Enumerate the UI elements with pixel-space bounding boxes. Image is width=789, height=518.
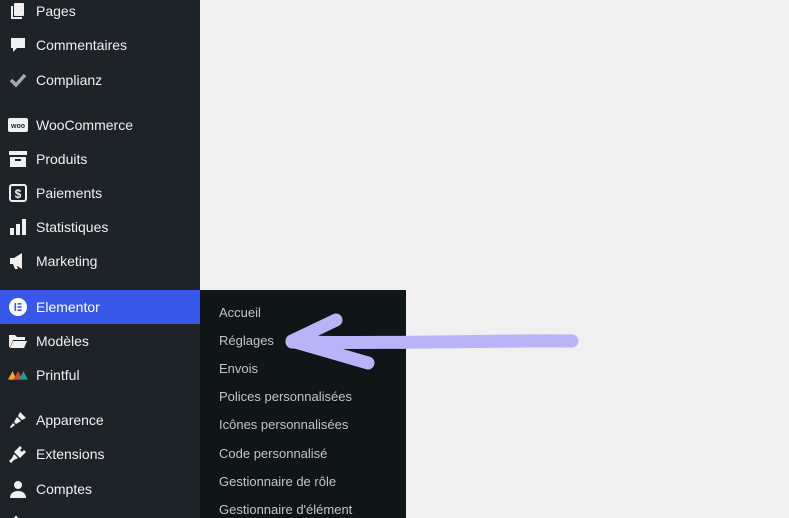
sidebar-item-label: Commentaires (36, 37, 128, 53)
comment-icon (8, 35, 28, 55)
submenu-item-element-manager[interactable]: Gestionnaire d'élément (219, 502, 352, 517)
sidebar-item-statistics[interactable]: Statistiques (0, 210, 200, 244)
folder-open-icon (8, 331, 28, 351)
sidebar-item-label: Marketing (36, 253, 98, 269)
svg-text:woo: woo (10, 123, 25, 130)
sidebar-item-payments[interactable]: $ Paiements (0, 176, 200, 210)
dollar-icon: $ (8, 183, 28, 203)
sidebar-item-comments[interactable]: Commentaires (0, 28, 200, 62)
plugin-icon (8, 444, 28, 464)
submenu-item-role-manager[interactable]: Gestionnaire de rôle (219, 474, 336, 489)
megaphone-icon (8, 251, 28, 271)
sidebar-item-users[interactable]: Comptes (0, 472, 200, 506)
admin-sidebar: Pages Commentaires Complianz woo WooComm… (0, 0, 200, 518)
printful-icon (8, 365, 28, 385)
submenu-item-custom-fonts[interactable]: Polices personnalisées (219, 389, 352, 404)
elementor-icon (8, 297, 28, 317)
sidebar-item-label: Paiements (36, 185, 103, 201)
sidebar-item-pages[interactable]: Pages (0, 0, 200, 28)
paintbrush-icon (8, 410, 28, 430)
submenu-item-custom-icons[interactable]: Icônes personnalisées (219, 417, 348, 432)
sidebar-item-products[interactable]: Produits (0, 142, 200, 176)
sidebar-item-label: Apparence (36, 412, 104, 428)
sidebar-item-printful[interactable]: Printful (0, 358, 200, 392)
sidebar-item-woocommerce[interactable]: woo WooCommerce (0, 108, 200, 142)
sidebar-item-label: Printful (36, 367, 80, 383)
woocommerce-icon: woo (8, 115, 28, 135)
user-icon (8, 479, 28, 499)
sidebar-item-label: Statistiques (36, 219, 109, 235)
bar-chart-icon (8, 217, 28, 237)
checkmark-icon (8, 70, 28, 90)
sidebar-item-label: Pages (36, 3, 76, 19)
next-menu-icon-partial (8, 510, 24, 518)
sidebar-item-label: Produits (36, 151, 88, 167)
sidebar-item-appearance[interactable]: Apparence (0, 403, 200, 437)
sidebar-item-plugins[interactable]: Extensions (0, 437, 200, 471)
sidebar-item-elementor[interactable]: Elementor (0, 290, 200, 324)
elementor-submenu: Accueil Réglages Envois Polices personna… (200, 290, 406, 518)
sidebar-item-templates[interactable]: Modèles (0, 324, 200, 358)
sidebar-item-label: Modèles (36, 333, 89, 349)
submenu-item-settings[interactable]: Réglages (219, 333, 274, 348)
sidebar-item-complianz[interactable]: Complianz (0, 63, 200, 97)
sidebar-item-label: WooCommerce (36, 117, 133, 133)
submenu-item-custom-code[interactable]: Code personnalisé (219, 446, 327, 461)
sidebar-item-label: Comptes (36, 481, 93, 497)
svg-text:$: $ (15, 187, 22, 201)
submenu-item-home[interactable]: Accueil (219, 305, 261, 320)
sidebar-item-label: Complianz (36, 72, 103, 88)
sidebar-item-label: Elementor (36, 299, 100, 315)
submenu-item-submissions[interactable]: Envois (219, 361, 258, 376)
pages-icon (8, 1, 28, 21)
sidebar-item-marketing[interactable]: Marketing (0, 244, 200, 278)
archive-box-icon (8, 149, 28, 169)
sidebar-item-label: Extensions (36, 446, 105, 462)
